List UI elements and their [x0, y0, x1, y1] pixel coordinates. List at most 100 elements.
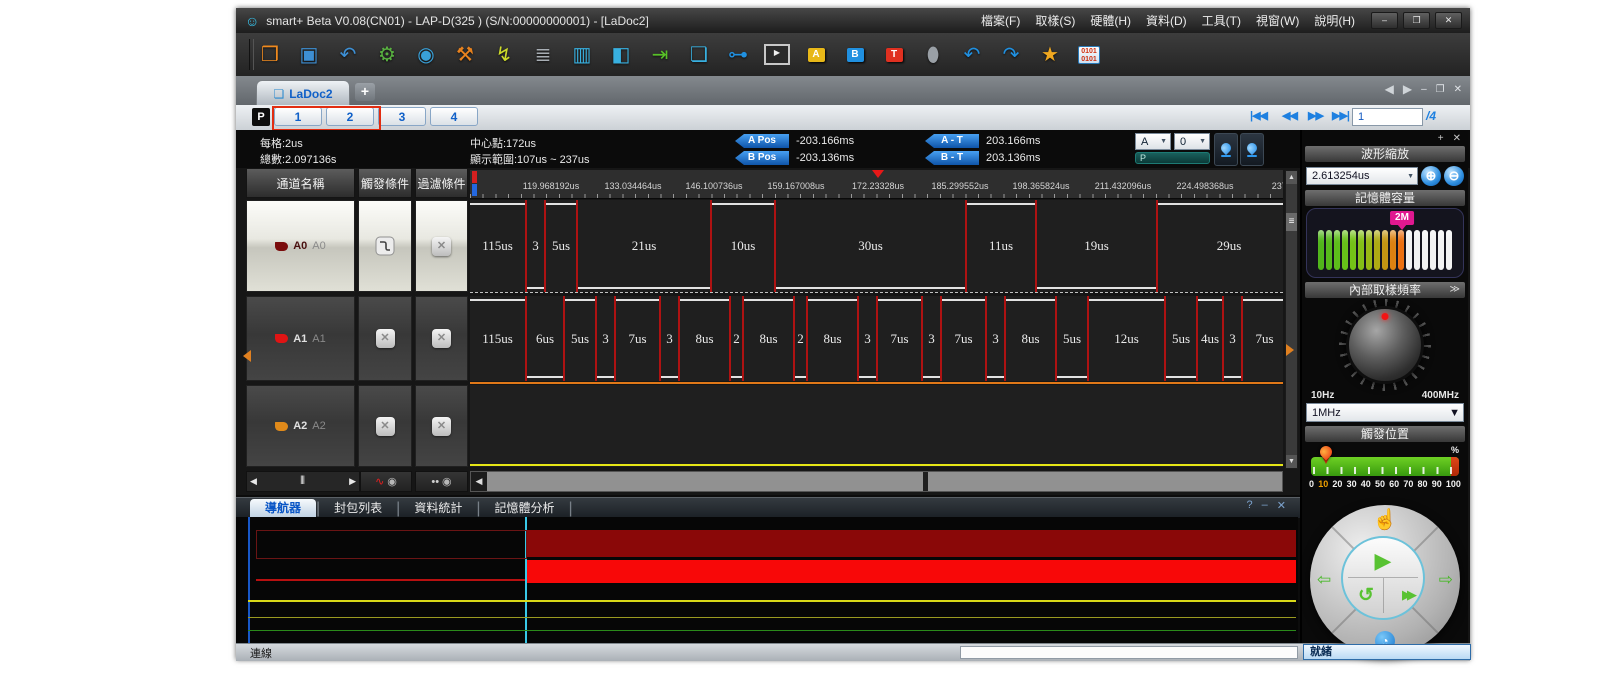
- flag-t-icon[interactable]: T: [880, 41, 908, 69]
- menu-item[interactable]: 取樣(S): [1035, 12, 1075, 29]
- flag-a-icon[interactable]: A: [802, 41, 830, 69]
- scroll-left-icon[interactable]: ◀: [471, 472, 487, 491]
- b-t-tag[interactable]: B - T: [925, 151, 979, 165]
- panel-close-icon[interactable]: ✕: [1277, 499, 1286, 512]
- export-icon[interactable]: ⇥: [646, 41, 674, 69]
- panel-close-icon[interactable]: ✕: [1453, 133, 1461, 144]
- panel-minimize-icon[interactable]: –: [1262, 499, 1268, 512]
- doc-restore-button[interactable]: ❐: [1436, 84, 1445, 95]
- page-button-1[interactable]: 1: [274, 107, 322, 126]
- minimize-button[interactable]: –: [1371, 12, 1398, 29]
- filter-condition-cell-a2[interactable]: ✕: [415, 385, 468, 467]
- window-layout-icon[interactable]: ◧: [607, 41, 635, 69]
- goto-marker-button[interactable]: [1214, 133, 1238, 166]
- help-icon[interactable]: ?: [1247, 499, 1253, 512]
- video-icon[interactable]: ▶: [763, 41, 791, 69]
- document-tab-ladoc2[interactable]: ❏ LaDoc2: [256, 80, 350, 106]
- set-marker-button[interactable]: [1240, 133, 1264, 166]
- channel-name-cell-a2[interactable]: A2A2: [246, 385, 355, 467]
- trigger-position-slider[interactable]: %: [1311, 457, 1459, 476]
- tools-icon[interactable]: ⚒: [451, 41, 479, 69]
- last-page-button[interactable]: ▶▶|: [1332, 109, 1349, 122]
- refresh-button[interactable]: ↺: [1358, 586, 1374, 605]
- scroll-right-icon[interactable]: ▶: [349, 476, 356, 487]
- page-number-field[interactable]: 1: [1352, 108, 1423, 126]
- memory-meter[interactable]: 2M: [1306, 208, 1464, 278]
- trigger-condition-cell-a0[interactable]: [358, 200, 412, 292]
- b-pos-tag[interactable]: B Pos: [735, 151, 789, 165]
- tab-記憶體分析[interactable]: 記憶體分析: [481, 499, 569, 518]
- waveform-h-scrollbar[interactable]: ◀: [470, 471, 1283, 492]
- memory-size-tag[interactable]: 2M: [1390, 211, 1414, 225]
- zoom-undo-icon[interactable]: ↶: [958, 41, 986, 69]
- menu-item[interactable]: 說明(H): [1314, 12, 1355, 29]
- prev-page-button[interactable]: ◀◀: [1282, 109, 1297, 122]
- fast-forward-button[interactable]: ▶▶: [1402, 588, 1412, 601]
- a-pos-tag[interactable]: A Pos: [735, 134, 789, 148]
- channel-name-cell-a1[interactable]: A1A1: [246, 296, 355, 381]
- jump-left-button[interactable]: ⇦: [1317, 571, 1331, 588]
- expand-icon[interactable]: ≫: [1450, 282, 1460, 298]
- waveform-row-a1[interactable]: 115us6us5us37us38us28us28us37us37us38us5…: [470, 296, 1283, 381]
- menu-item[interactable]: 資料(D): [1146, 12, 1187, 29]
- trigger-condition-cell-a1[interactable]: ✕: [358, 296, 412, 381]
- filter-condition-cell-a1[interactable]: ✕: [415, 296, 468, 381]
- a-t-tag[interactable]: A - T: [925, 134, 979, 148]
- channel-names-header[interactable]: 通道名稱: [246, 168, 355, 198]
- hand-pan-button[interactable]: ☝: [1373, 510, 1398, 530]
- waveform-area[interactable]: 119.968192us133.034464us146.100736us159.…: [470, 168, 1283, 495]
- trigger-position-pin[interactable]: [1320, 446, 1332, 468]
- documents-icon[interactable]: ❏: [685, 41, 713, 69]
- save-back-icon[interactable]: ↶: [334, 41, 362, 69]
- page-button-4[interactable]: 4: [430, 107, 478, 126]
- jump-right-button[interactable]: ⇨: [1439, 571, 1453, 588]
- filter-condition-cell-a0[interactable]: ✕: [415, 200, 468, 292]
- zoom-scale-select[interactable]: 2.613254us ▼: [1306, 167, 1418, 185]
- pin-icon[interactable]: +: [1438, 133, 1444, 144]
- trigger-condition-header[interactable]: 觸發條件: [358, 168, 412, 198]
- value-select[interactable]: 0 ▼: [1174, 133, 1210, 150]
- waveform-row-a0[interactable]: 115us35us21us10us30us11us19us29us: [470, 200, 1283, 292]
- next-page-button[interactable]: ▶▶: [1308, 109, 1323, 122]
- waveform-tool-button[interactable]: ∿ ◉: [360, 471, 412, 492]
- zoom-out-button[interactable]: ⊖: [1444, 166, 1464, 186]
- memory-database-icon[interactable]: ≣: [529, 41, 557, 69]
- first-page-button[interactable]: |◀◀: [1250, 109, 1267, 122]
- connector-icon[interactable]: ⊶: [724, 41, 752, 69]
- dots-tool-button[interactable]: •• ◉: [415, 471, 468, 492]
- collapse-right-icon[interactable]: [1286, 344, 1300, 356]
- open-file-icon[interactable]: ❒: [256, 41, 284, 69]
- frequency-select[interactable]: 1MHz ▼: [1306, 403, 1464, 422]
- scroll-down-icon[interactable]: ▼: [1286, 455, 1297, 468]
- probe-icon[interactable]: ⬮: [919, 41, 947, 69]
- doc-close-button[interactable]: ✕: [1454, 84, 1462, 95]
- page-button-2[interactable]: 2: [326, 107, 374, 126]
- flag-b-icon[interactable]: B: [841, 41, 869, 69]
- save-icon[interactable]: ▣: [295, 41, 323, 69]
- tab-封包列表[interactable]: 封包列表: [320, 499, 396, 518]
- collapse-left-icon[interactable]: [237, 350, 251, 362]
- ruler[interactable]: 119.968192us133.034464us146.100736us159.…: [470, 170, 1283, 199]
- zoom-redo-icon[interactable]: ↷: [997, 41, 1025, 69]
- tab-navigator[interactable]: 導航器: [250, 499, 316, 518]
- scroll-thumb-edge[interactable]: [923, 472, 928, 491]
- filter-condition-header[interactable]: 過濾條件: [415, 168, 468, 198]
- save-settings-icon[interactable]: ⚙: [373, 41, 401, 69]
- menu-item[interactable]: 檔案(F): [981, 12, 1020, 29]
- knob-dial[interactable]: [1346, 306, 1424, 384]
- channel-name-cell-a0[interactable]: A0A0: [246, 200, 355, 292]
- tab-資料統計[interactable]: 資料統計: [400, 499, 476, 518]
- page-button-3[interactable]: 3: [378, 107, 426, 126]
- zoom-in-button[interactable]: ⊕: [1421, 166, 1441, 186]
- menu-item[interactable]: 工具(T): [1202, 12, 1241, 29]
- play-button[interactable]: ▶: [1375, 550, 1392, 572]
- trigger-condition-cell-a2[interactable]: ✕: [358, 385, 412, 467]
- instrument-icon[interactable]: ▥: [568, 41, 596, 69]
- channel-panel-scrollbar[interactable]: ◀ ⦀ ▶: [246, 471, 360, 492]
- binary-view-icon[interactable]: 0101 0101: [1075, 41, 1103, 69]
- scroll-grip-icon[interactable]: ≡: [1286, 213, 1297, 231]
- close-button[interactable]: ✕: [1435, 12, 1462, 29]
- restore-button[interactable]: ❐: [1403, 12, 1430, 29]
- scroll-left-icon[interactable]: ◀: [250, 476, 257, 487]
- menu-item[interactable]: 硬體(H): [1090, 12, 1131, 29]
